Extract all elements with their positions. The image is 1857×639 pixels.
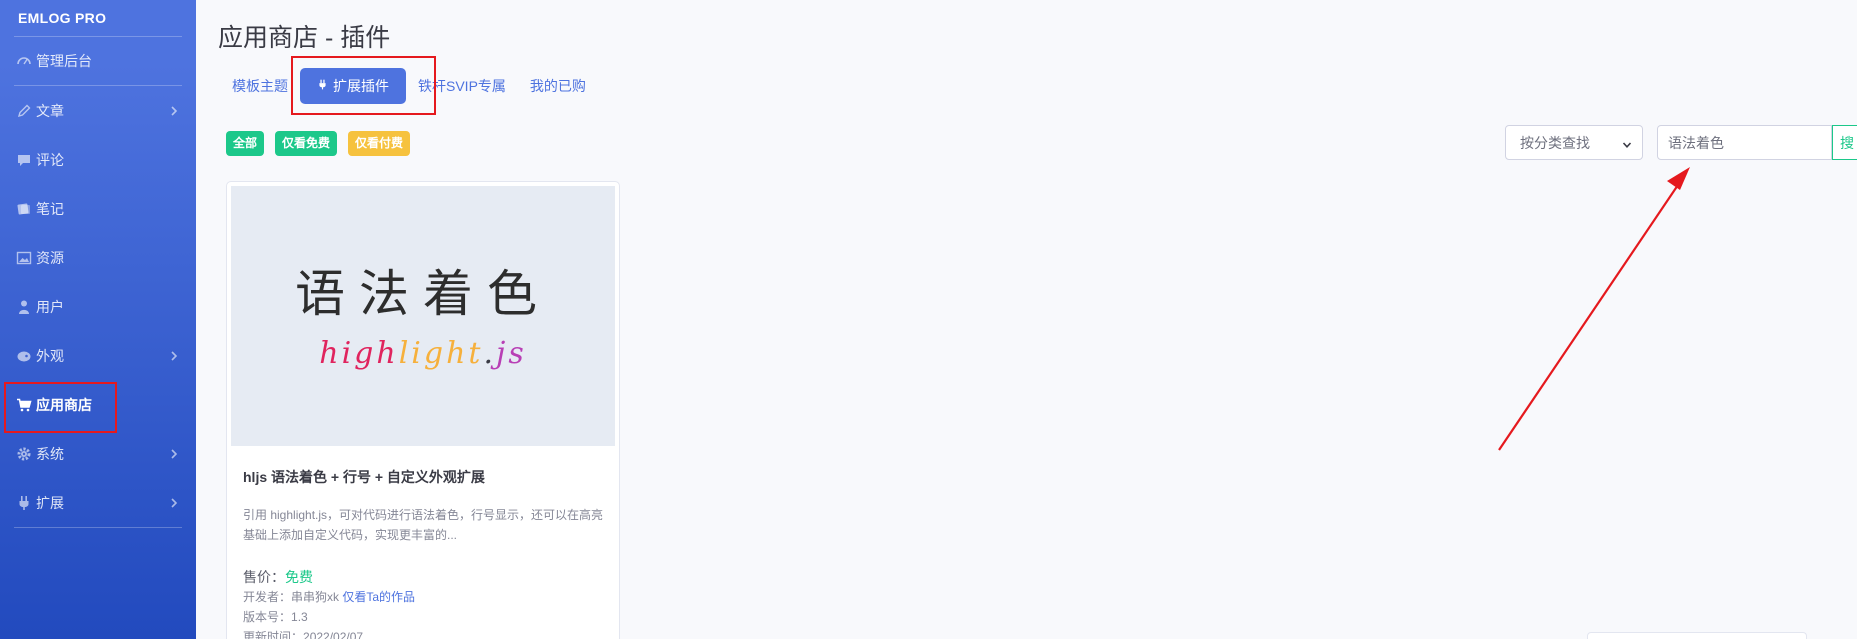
sidebar-item-label: 管理后台: [36, 53, 92, 69]
gear-icon: [14, 444, 34, 464]
filter-all-button[interactable]: 全部: [226, 131, 265, 156]
search-input[interactable]: [1657, 125, 1832, 160]
sidebar-item-users[interactable]: 用户: [0, 282, 196, 331]
tab-svip[interactable]: 铁杆SVIP专属: [406, 68, 518, 104]
sidebar-item-articles[interactable]: 文章: [0, 86, 196, 135]
price-value: 免费: [285, 569, 313, 585]
sidebar-item-extensions[interactable]: 扩展: [0, 478, 196, 527]
developer-works-link[interactable]: 仅看Ta的作品: [342, 590, 415, 604]
sidebar-item-label: 评论: [36, 151, 64, 168]
tab-purchased[interactable]: 我的已购: [518, 68, 598, 104]
chevron-right-icon: [170, 495, 178, 511]
plugin-title[interactable]: hljs 语法着色 + 行号 + 自定义外观扩展: [243, 467, 605, 487]
user-icon: [14, 297, 34, 317]
note-icon: [14, 199, 34, 219]
palette-icon: [14, 346, 34, 366]
cart-icon: [14, 395, 34, 415]
tab-label: 扩展插件: [333, 78, 389, 94]
sidebar-item-label: 应用商店: [36, 396, 92, 413]
sidebar-item-label: 扩展: [36, 494, 64, 511]
sidebar-item-label: 系统: [36, 445, 64, 462]
filter-badges: 全部 仅看免费 仅看付费: [226, 131, 411, 156]
developer-name: 串串狗xk: [291, 590, 340, 604]
updated-label: 更新时间：: [243, 630, 304, 639]
card-edge: [1587, 632, 1807, 639]
plugin-updated: 更新时间：2022/02/07: [243, 627, 605, 639]
chevron-right-icon: [170, 446, 178, 462]
search-button[interactable]: 搜: [1832, 125, 1857, 160]
category-select-value: 按分类查找: [1520, 134, 1590, 151]
version-value: 1.3: [291, 610, 308, 624]
plugin-card-body: hljs 语法着色 + 行号 + 自定义外观扩展 引用 highlight.js…: [243, 467, 605, 639]
updated-value: 2022/02/07: [303, 630, 364, 639]
plug-icon: [14, 493, 34, 513]
plugin-developer: 开发者：串串狗xk 仅看Ta的作品: [243, 587, 605, 607]
category-select[interactable]: 按分类查找: [1505, 125, 1643, 160]
plugin-description: 引用 highlight.js，可对代码进行语法着色，行号显示，还可以在高亮基础…: [243, 508, 604, 542]
tab-bar: 模板主题 扩展插件 铁杆SVIP专属 我的已购: [218, 68, 598, 104]
sidebar-item-label: 文章: [36, 102, 64, 119]
sidebar-item-label: 笔记: [36, 200, 64, 217]
dashboard-icon: [14, 51, 34, 71]
sidebar-item-system[interactable]: 系统: [0, 429, 196, 478]
developer-label: 开发者：: [243, 590, 292, 604]
chevron-right-icon: [170, 103, 178, 119]
filter-free-button[interactable]: 仅看免费: [275, 131, 338, 156]
chevron-right-icon: [170, 348, 178, 364]
cover-title-cn: 语法着色: [295, 264, 551, 323]
sidebar-item-dashboard[interactable]: 管理后台: [0, 37, 196, 85]
image-icon: [14, 248, 34, 268]
sidebar-item-resources[interactable]: 资源: [0, 233, 196, 282]
sidebar-item-comments[interactable]: 评论: [0, 135, 196, 184]
sidebar-item-label: 资源: [36, 249, 64, 266]
sidebar-item-label: 用户: [36, 298, 64, 315]
tab-themes[interactable]: 模板主题: [218, 68, 300, 104]
tab-plugins[interactable]: 扩展插件: [300, 68, 406, 104]
sidebar: EMLOG PRO 管理后台 文章 评论 笔记 资源 用户 外观 应用商店 系统…: [0, 0, 196, 639]
comment-icon: [14, 150, 34, 170]
plug-icon: [317, 78, 328, 94]
filter-paid-button[interactable]: 仅看付费: [348, 131, 411, 156]
page-title: 应用商店 - 插件: [218, 24, 391, 52]
price-label: 售价：: [243, 569, 285, 585]
plugin-cover-image[interactable]: 语法着色 highlight.js: [231, 186, 615, 446]
chevron-down-icon: [1622, 137, 1632, 153]
brand-logo[interactable]: EMLOG PRO: [0, 0, 196, 36]
sidebar-item-notes[interactable]: 笔记: [0, 184, 196, 233]
sidebar-item-app-store[interactable]: 应用商店: [0, 380, 196, 429]
plugin-meta: 售价：免费 开发者：串串狗xk 仅看Ta的作品 版本号：1.3 更新时间：202…: [243, 567, 605, 639]
sidebar-item-label: 外观: [36, 347, 64, 364]
plugin-price: 售价：免费: [243, 567, 605, 587]
cover-title-en: highlight.js: [319, 335, 527, 371]
plugin-version: 版本号：1.3: [243, 607, 605, 627]
main-content: 应用商店 - 插件 模板主题 扩展插件 铁杆SVIP专属 我的已购 全部 仅看免…: [196, 0, 1857, 639]
pencil-icon: [14, 101, 34, 121]
sidebar-item-appearance[interactable]: 外观: [0, 331, 196, 380]
version-label: 版本号：: [243, 610, 292, 624]
sidebar-divider: [14, 527, 182, 528]
plugin-card[interactable]: 语法着色 highlight.js hljs 语法着色 + 行号 + 自定义外观…: [226, 181, 620, 639]
